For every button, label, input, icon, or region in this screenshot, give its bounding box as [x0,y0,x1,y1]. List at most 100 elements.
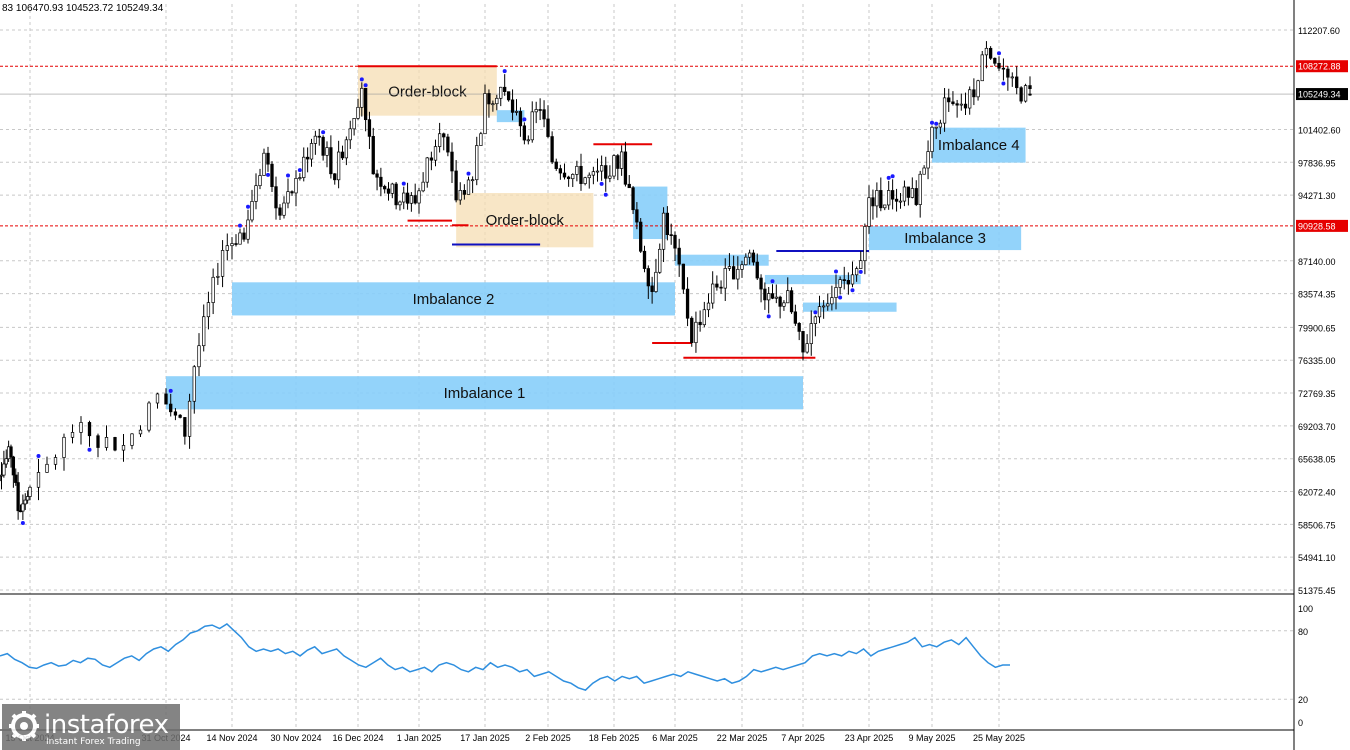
fractal-marker [36,454,41,459]
candle-body [433,146,438,161]
candle-body [475,145,479,181]
candle-body [298,177,302,179]
candle-body [619,151,624,169]
candle-body [673,234,677,249]
candle-body [290,191,294,194]
candle-body [340,151,345,159]
candle-body [579,165,583,184]
candle-body [164,393,168,405]
fractal-marker [363,83,368,88]
price-tick-label: 72769.35 [1298,389,1336,399]
candle-body [562,172,567,178]
candle-body [466,179,471,195]
candle-body [715,283,719,288]
candle-body [883,204,887,209]
fractal-marker [286,173,290,178]
time-tick-label: 16 Dec 2024 [332,733,383,743]
candle-body [173,411,178,416]
price-tick-label: 83574.35 [1298,290,1336,300]
candle-body [402,192,406,203]
candle-body [747,252,752,258]
fractal-marker [246,204,250,209]
candle-body [246,219,250,240]
ohlc-header: 83 106470.93 104523.72 105249.34 [2,3,164,14]
candle-body [942,97,947,124]
candle-body [550,136,554,163]
candle-body [665,212,670,236]
price-tick-label: 101402.60 [1298,125,1341,135]
candle-body [706,302,711,311]
candle-body [36,472,41,488]
rsi-tick-label: 20 [1298,695,1308,705]
candle-body [45,463,49,473]
candle-body [902,186,907,202]
candle-body [963,103,968,109]
candle-body [348,128,352,141]
candle-body [169,403,173,413]
price-tick-label: 54941.10 [1298,553,1336,563]
candle-body [25,496,30,501]
candle-body [302,156,306,178]
candle-body [616,155,620,169]
candle-body [879,190,883,209]
candle-body [379,176,383,187]
logo-tagline: Instant Forex Trading [46,737,141,747]
candle-body [571,174,575,180]
candle-body [254,185,258,202]
candle-body [53,457,58,465]
candle-body [887,190,891,206]
candle-body [96,435,100,448]
candle-body [793,311,798,324]
candle-body [216,275,220,278]
price-level-label: 90928.58 [1298,221,1336,231]
candle-body [1019,87,1023,102]
candle-body [797,322,801,332]
candle-body [587,174,591,179]
candle-body [575,165,579,175]
candle-body [801,331,805,353]
fractal-marker [168,388,173,393]
candle-body [604,165,608,179]
candle-body [483,93,487,135]
candle-body [454,170,458,201]
candle-body [197,345,201,368]
candle-body [62,436,66,458]
candle-body [14,474,18,483]
candle-body [250,201,254,221]
time-tick-label: 14 Nov 2024 [206,733,257,743]
candle-body [413,195,417,204]
candle-body [503,86,507,93]
time-tick-label: 6 Mar 2025 [652,733,698,743]
candle-body [187,400,192,437]
candle-body [774,296,778,299]
imbalance-fragment [803,302,897,312]
candle-body [719,286,723,289]
candle-body [834,287,838,298]
candle-body [28,486,32,497]
candle-body [417,190,421,204]
candle-body [595,170,600,173]
price-tick-label: 51375.45 [1298,586,1336,596]
candle-body [736,268,740,280]
candle-body [631,187,635,211]
candle-body [274,186,278,209]
candle-body [305,156,310,160]
candle-body [294,177,298,194]
price-tick-label: 62072.40 [1298,488,1336,498]
candle-body [681,263,686,290]
candle-body [993,57,997,64]
candle-body [910,188,914,198]
time-tick-label: 18 Feb 2025 [589,733,640,743]
candle-body [9,446,13,458]
candle-body [390,183,394,194]
candle-body [918,173,922,205]
candle-body [871,197,875,207]
candle-body [1023,85,1028,102]
candle-body [360,87,364,108]
candle-body [558,168,563,174]
candle-body [1006,68,1010,78]
candle-body [789,290,794,313]
candle-body [566,176,571,180]
candle-body [947,97,951,103]
candle-body [522,125,527,141]
